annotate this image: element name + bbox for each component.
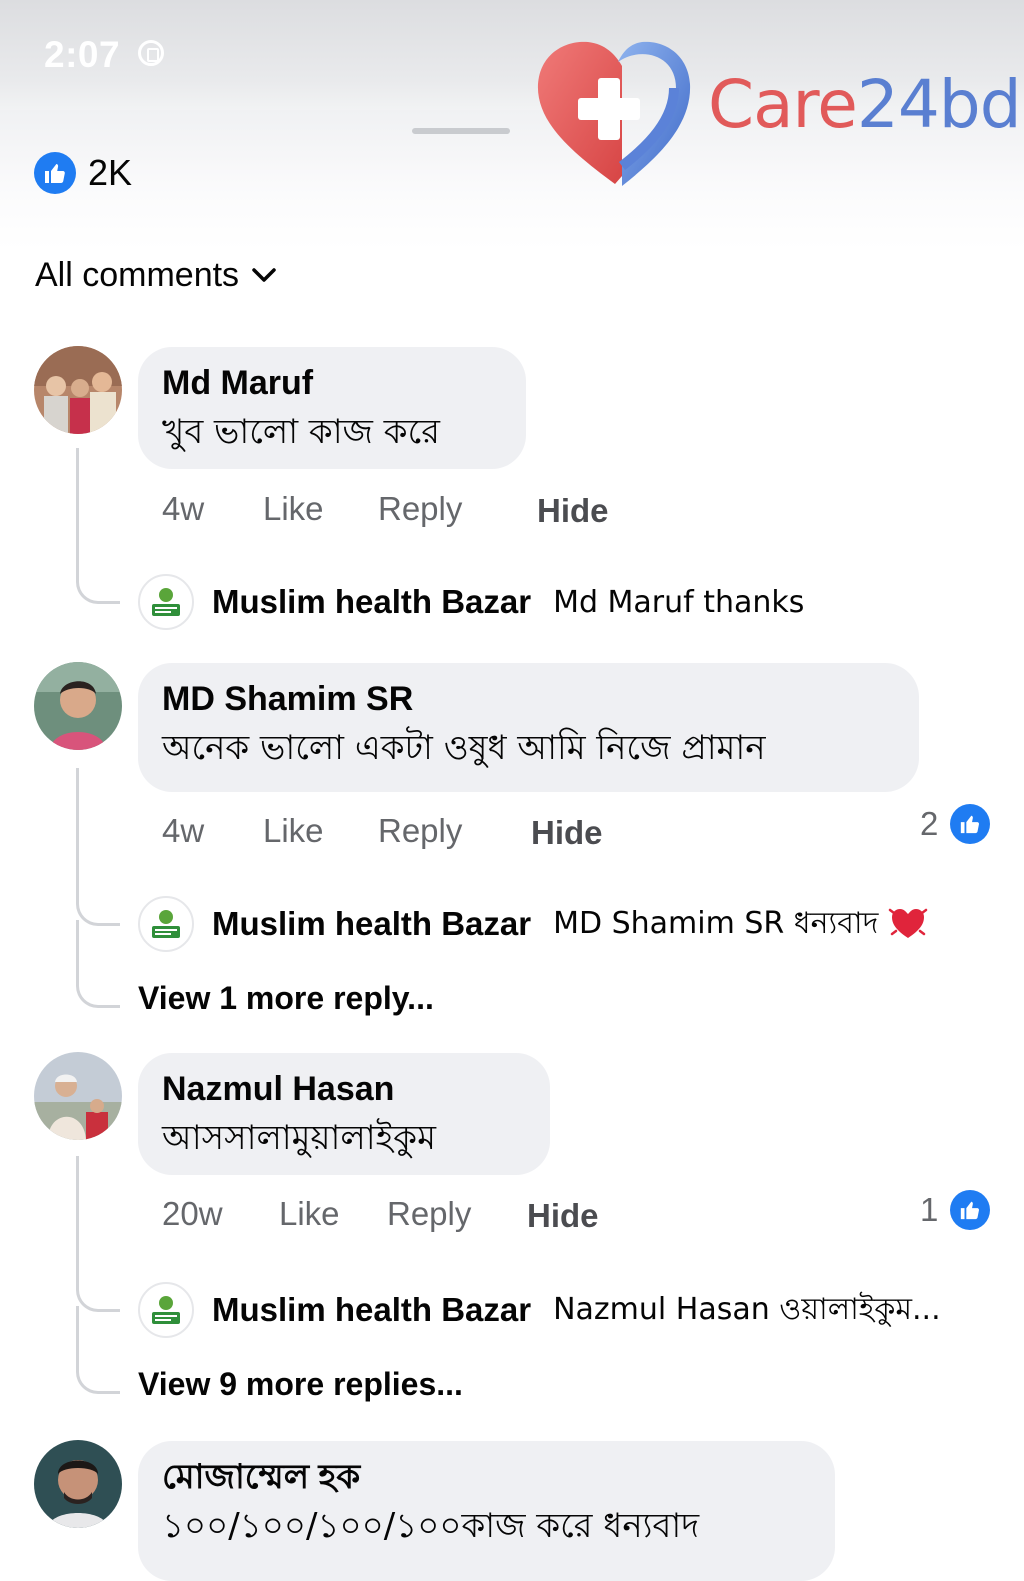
reply-button[interactable]: Reply	[378, 490, 462, 528]
thread-connector	[76, 1360, 120, 1394]
like-thumb-icon	[34, 152, 76, 194]
hide-button[interactable]: Hide	[527, 1197, 599, 1235]
thread-connector	[76, 974, 120, 1008]
comment-bubble[interactable]: মোজাম্মেল হক ১০০/১০০/১০০/১০০কাজ করে ধন্য…	[138, 1441, 835, 1581]
thread-connector	[76, 1278, 120, 1312]
status-app-icon	[138, 40, 164, 66]
status-time: 2:07	[44, 34, 121, 75]
hide-button[interactable]: Hide	[537, 492, 609, 530]
reply-button[interactable]: Reply	[387, 1195, 471, 1233]
comment-bubble[interactable]: Nazmul Hasan আসসালামুয়ালাইকুম	[138, 1053, 550, 1175]
brand-part2: 24bd	[856, 66, 1022, 143]
thread-connector	[76, 892, 120, 926]
reaction-number: 2	[920, 805, 939, 842]
comment-timestamp[interactable]: 4w	[162, 490, 204, 528]
comment-reaction-count[interactable]: 2	[920, 804, 991, 844]
thread-line	[76, 1156, 79, 1278]
comment-reaction-count[interactable]: 1	[920, 1190, 991, 1230]
post-reaction-summary[interactable]: 2K	[34, 152, 132, 194]
comment-author[interactable]: MD Shamim SR	[162, 679, 895, 719]
reply-preview[interactable]: Muslim health Bazar MD Shamim SR ধন্যবাদ	[138, 896, 928, 952]
like-thumb-icon	[950, 804, 991, 844]
reply-author[interactable]: Muslim health Bazar	[212, 1291, 531, 1329]
thread-connector	[76, 570, 120, 604]
reply-author[interactable]: Muslim health Bazar	[212, 905, 531, 943]
thread-line	[76, 920, 79, 974]
avatar[interactable]	[34, 346, 122, 434]
brand-part1: Care	[708, 66, 858, 143]
comment-timestamp[interactable]: 4w	[162, 812, 204, 850]
thread-line	[76, 1306, 79, 1360]
like-thumb-icon	[950, 1190, 991, 1230]
chevron-down-icon	[252, 267, 276, 282]
thread-line	[76, 448, 79, 570]
reaction-number: 1	[920, 1191, 939, 1228]
page-avatar[interactable]	[138, 1282, 194, 1338]
avatar[interactable]	[34, 1440, 122, 1528]
hide-button[interactable]: Hide	[531, 814, 603, 852]
comments-filter-dropdown[interactable]: All comments	[35, 256, 277, 295]
reply-preview[interactable]: Muslim health Bazar Nazmul Hasan ওয়ালাই…	[138, 1282, 941, 1338]
comment-text: খুব ভালো কাজ করে	[162, 412, 440, 452]
comment-author[interactable]: Nazmul Hasan	[162, 1069, 526, 1109]
heart-emoji-icon	[889, 908, 928, 938]
page-avatar[interactable]	[138, 574, 194, 630]
reply-text: Md Maruf thanks	[553, 584, 805, 620]
filter-label: All comments	[35, 256, 240, 294]
view-more-replies-link[interactable]: View 1 more reply...	[138, 980, 434, 1017]
brand-wordmark: Care24bd	[708, 66, 1022, 143]
reply-preview[interactable]: Muslim health Bazar Md Maruf thanks	[138, 574, 804, 630]
reply-button[interactable]: Reply	[378, 812, 462, 850]
like-button[interactable]: Like	[279, 1195, 340, 1233]
comment-text: ১০০/১০০/১০০/১০০কাজ করে ধন্যবাদ	[162, 1506, 700, 1546]
reaction-count: 2K	[88, 152, 133, 193]
sheet-drag-handle[interactable]	[412, 128, 510, 134]
reply-author[interactable]: Muslim health Bazar	[212, 583, 531, 621]
reply-text: Nazmul Hasan ওয়ালাইকুম...	[553, 1291, 941, 1327]
like-button[interactable]: Like	[263, 490, 324, 528]
like-button[interactable]: Like	[263, 812, 324, 850]
thread-line	[76, 768, 79, 892]
comment-bubble[interactable]: Md Maruf খুব ভালো কাজ করে	[138, 347, 526, 469]
reply-text: MD Shamim SR ধন্যবাদ	[553, 905, 879, 941]
comment-bubble[interactable]: MD Shamim SR অনেক ভালো একটা ওষুধ আমি নিজ…	[138, 663, 919, 792]
comment-author[interactable]: Md Maruf	[162, 363, 502, 403]
avatar[interactable]	[34, 662, 122, 750]
view-more-replies-link[interactable]: View 9 more replies...	[138, 1366, 463, 1403]
avatar[interactable]	[34, 1052, 122, 1140]
comment-author[interactable]: মোজাম্মেল হক	[162, 1457, 811, 1497]
page-avatar[interactable]	[138, 896, 194, 952]
comment-text: আসসালামুয়ালাইকুম	[162, 1118, 436, 1158]
comment-text: অনেক ভালো একটা ওষুধ আমি নিজে প্রামান	[162, 728, 766, 768]
comment-timestamp[interactable]: 20w	[162, 1195, 223, 1233]
